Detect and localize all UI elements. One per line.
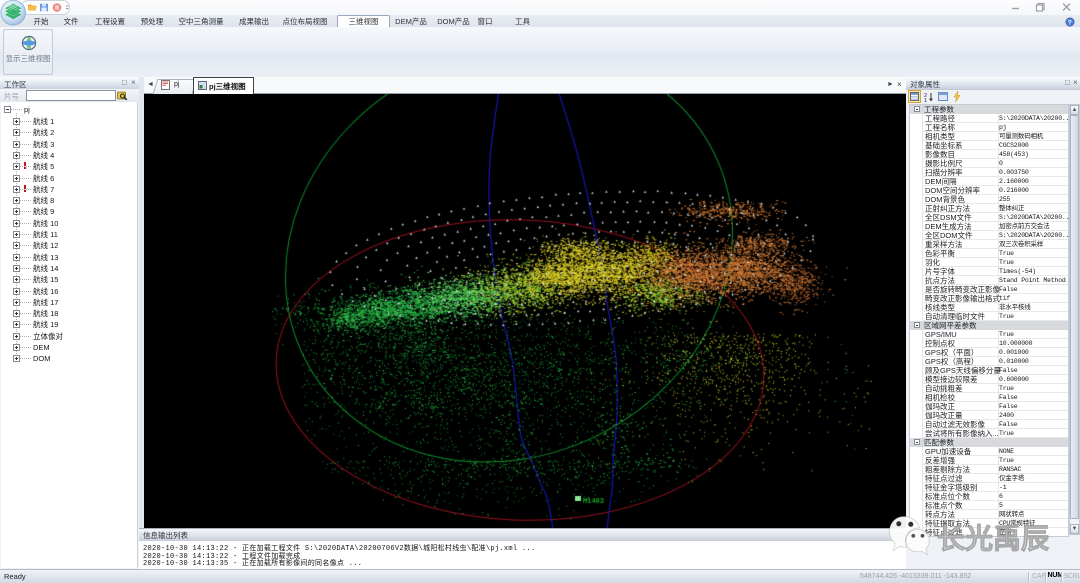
svg-text:1: 1 [924, 98, 927, 102]
svg-text:?: ? [1068, 19, 1072, 26]
